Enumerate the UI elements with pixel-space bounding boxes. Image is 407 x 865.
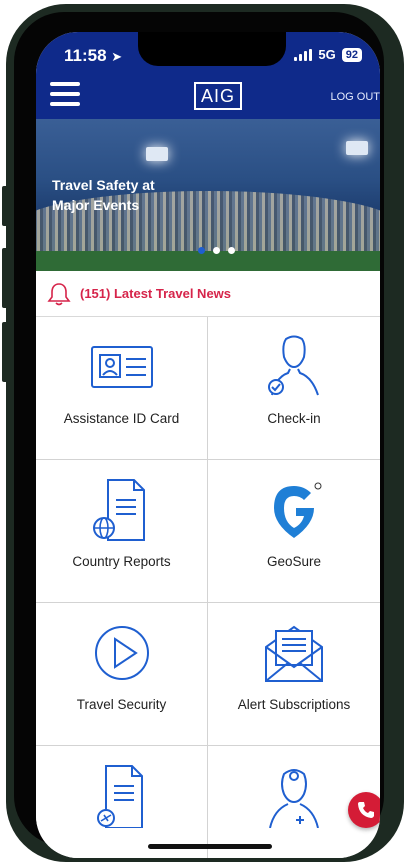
banner-title: Travel Safety at Major Events (52, 177, 155, 213)
tile-label: Check-in (267, 411, 321, 426)
app-screen: 11:58 ➤ 5G 92 AIG LOG OUT Travel Safety … (36, 32, 380, 858)
tile-travel-security[interactable]: Travel Security (36, 603, 208, 746)
network-label: 5G (318, 47, 336, 62)
aig-logo: AIG (194, 82, 242, 110)
latest-news-label: (151) Latest Travel News (80, 286, 232, 301)
person-check-icon (268, 335, 319, 396)
side-button (2, 322, 8, 382)
envelope-document-icon (265, 625, 323, 682)
latest-news-bar[interactable]: (151) Latest Travel News (36, 271, 380, 317)
logout-button[interactable]: LOG OUT (330, 91, 380, 103)
home-indicator (148, 844, 272, 849)
geosure-logo-icon (274, 482, 322, 538)
status-time: 11:58 ➤ (64, 46, 123, 65)
battery-icon: 92 (341, 47, 362, 62)
carousel-dot[interactable] (213, 247, 220, 254)
tile-label: Country Reports (72, 554, 171, 569)
side-button (2, 248, 8, 308)
stadium-field (36, 251, 380, 271)
tile-assistance-id-card[interactable]: Assistance ID Card (36, 317, 208, 460)
tile-label: GeoSure (266, 554, 322, 569)
tile-label: Alert Subscriptions (237, 697, 351, 712)
tile-check-in[interactable]: Check-in (208, 317, 380, 460)
stadium-light (346, 141, 368, 155)
carousel-dots (198, 247, 235, 254)
call-button[interactable] (348, 792, 380, 828)
tile-country-reports[interactable]: Country Reports (36, 460, 208, 603)
tile-label: Assistance ID Card (63, 411, 180, 426)
hero-banner[interactable]: Travel Safety at Major Events (36, 119, 380, 271)
document-airplane-icon (96, 765, 143, 828)
tile-alert-subscriptions[interactable]: Alert Subscriptions (208, 603, 380, 746)
notch (138, 32, 286, 66)
stadium-light (146, 147, 168, 161)
doctor-icon (269, 769, 319, 828)
hamburger-menu-icon[interactable] (50, 82, 80, 108)
location-arrow-icon: ➤ (111, 49, 123, 64)
phone-icon (358, 802, 374, 818)
id-card-icon (90, 346, 153, 388)
play-circle-icon (94, 626, 149, 680)
bell-icon (47, 282, 71, 305)
document-globe-icon (92, 479, 145, 541)
tile-document-travel[interactable] (36, 746, 208, 858)
signal-icon (294, 48, 313, 61)
status-indicators: 5G 92 (294, 47, 362, 62)
carousel-dot[interactable] (228, 247, 235, 254)
tile-label: Travel Security (76, 697, 167, 712)
tile-geosure[interactable]: GeoSure (208, 460, 380, 603)
side-button (2, 186, 8, 226)
carousel-dot[interactable] (198, 247, 205, 254)
